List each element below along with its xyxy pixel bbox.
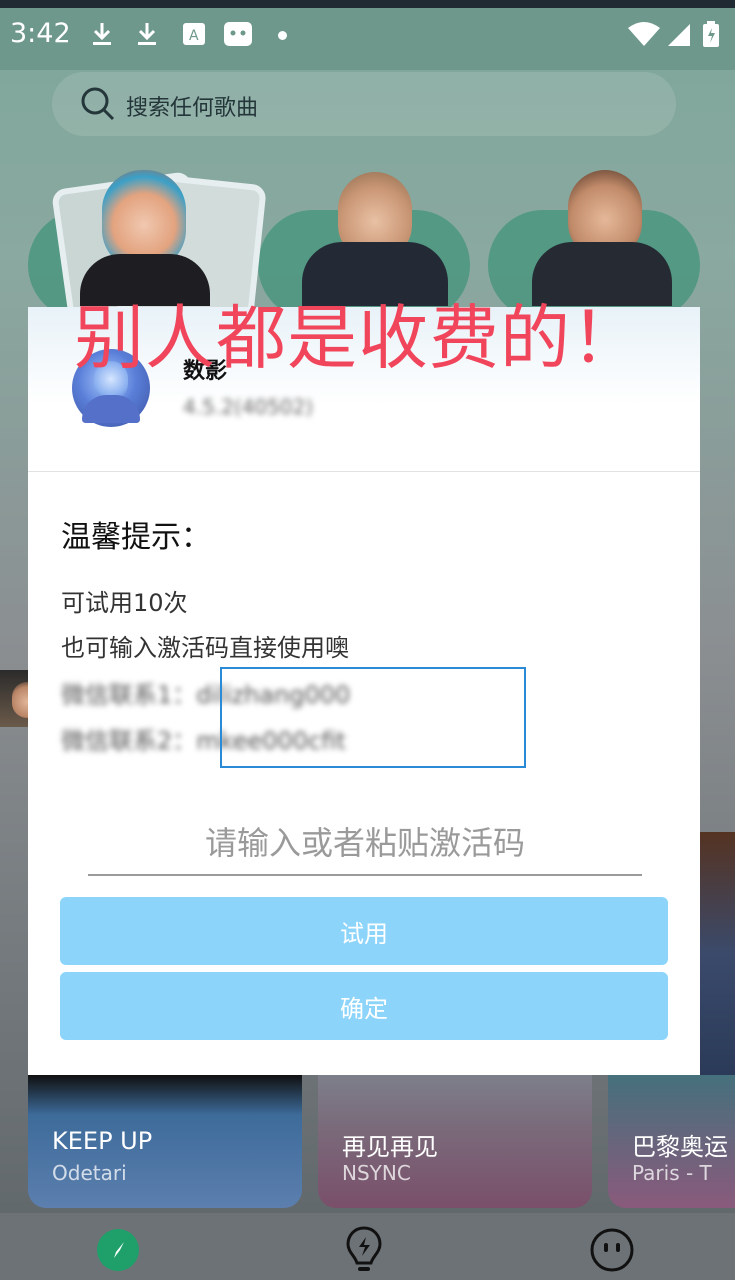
idea-icon[interactable] [345,1225,383,1275]
trial-button[interactable]: 试用 [60,897,668,965]
bottom-nav [0,1213,735,1280]
song-title: 巴黎奥运 [632,1133,728,1161]
profile-face-icon[interactable] [589,1227,635,1273]
notification-dot [278,31,287,40]
song-title: KEEP UP [52,1127,153,1155]
song-artist: NSYNC [342,1161,411,1185]
song-title: 再见再见 [342,1133,438,1161]
confirm-button[interactable]: 确定 [60,972,668,1040]
song-card[interactable]: 巴黎奥运 Paris - T [608,1075,735,1208]
status-time: 3:42 [10,18,71,49]
signal-icon [668,24,690,46]
app-version: 4.5.2(40502) [183,395,314,419]
svg-text:A: A [189,28,199,44]
tip-line: 可试用10次 [61,589,188,617]
song-card[interactable]: KEEP UP Odetari [28,1075,302,1208]
download-icon [93,23,111,45]
battery-icon [703,21,719,47]
song-card-image [700,832,735,1075]
search-icon [81,87,115,121]
download-icon [138,23,156,45]
highlight-box [220,667,526,768]
tip-line: 也可输入激活码直接使用噢 [61,634,349,662]
search-bar[interactable]: 搜索任何歌曲 [52,72,676,136]
wifi-icon [628,22,660,46]
translate-icon: A [183,23,205,45]
overlay-annotation: 别人都是收费的！ [74,297,642,379]
app-notification-icon [224,22,252,46]
song-card[interactable]: 再见再见 NSYNC [318,1075,592,1208]
discover-icon[interactable] [96,1228,140,1272]
song-artist: Paris - T [632,1161,712,1185]
activation-dialog: 数影 4.5.2(40502) 温馨提示： 可试用10次 也可输入激活码直接使用… [28,307,700,1075]
search-placeholder: 搜索任何歌曲 [126,96,259,121]
song-artist: Odetari [52,1161,127,1185]
tab-strip [0,0,735,8]
tip-title: 温馨提示： [61,520,211,555]
activation-code-input[interactable] [88,812,642,876]
status-bar: 3:42 A [0,0,735,70]
